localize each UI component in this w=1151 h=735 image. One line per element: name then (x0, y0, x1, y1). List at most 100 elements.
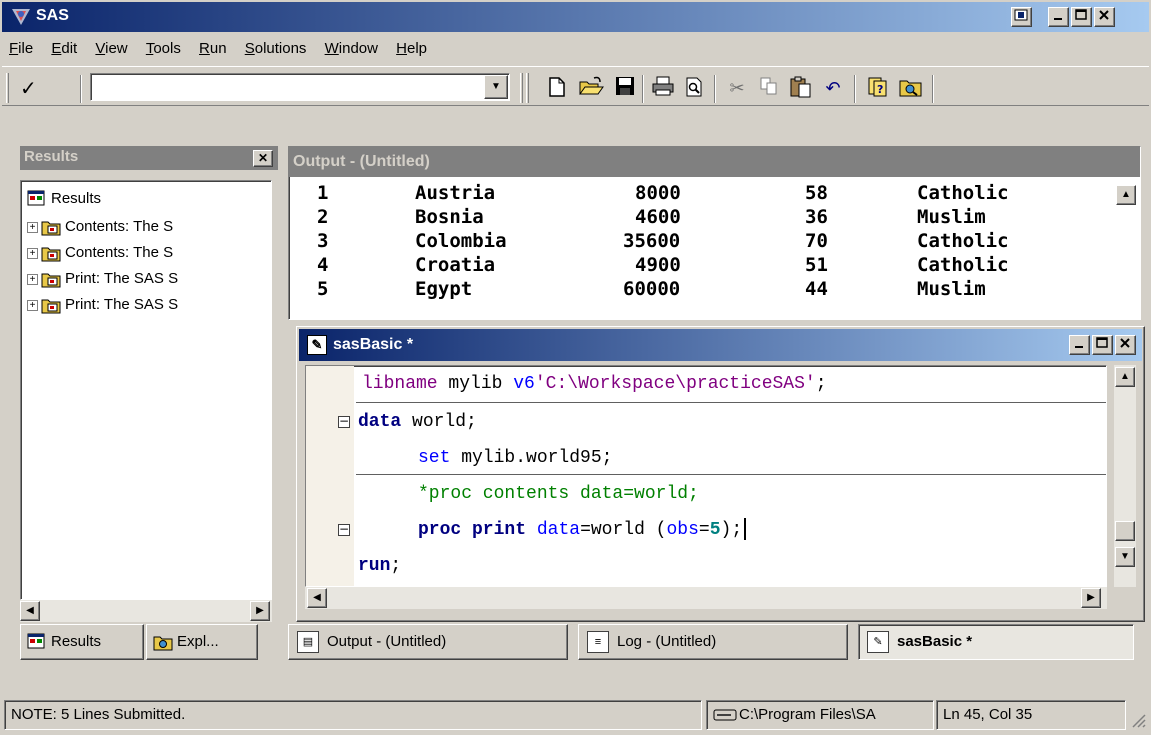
results-horizontal-scrollbar[interactable]: ◀ ▶ (20, 600, 272, 622)
tree-item-label: Print: The SAS S (65, 270, 179, 287)
output-row: 2 Bosnia 4600 36 Muslim (317, 206, 986, 228)
status-message: NOTE: 5 Lines Submitted. (4, 700, 702, 730)
open-icon[interactable] (578, 76, 604, 100)
checkmark-icon[interactable]: ✓ (20, 76, 37, 101)
collapse-icon[interactable]: − (338, 415, 350, 428)
editor-vertical-scrollbar[interactable]: ▲ ▼ (1114, 365, 1136, 587)
tree-item[interactable]: + Print: The SAS S (27, 267, 178, 291)
expand-icon[interactable]: + (27, 221, 38, 233)
code-editor[interactable]: libname mylib v6'C:\Workspace\practiceSA… (305, 365, 1107, 587)
expand-icon[interactable]: + (27, 247, 38, 259)
editor-close-button[interactable] (1115, 335, 1136, 355)
print-icon[interactable] (650, 76, 676, 100)
expand-icon[interactable]: + (27, 299, 38, 311)
tree-item-label: Print: The SAS S (65, 296, 179, 313)
menu-edit[interactable]: Edit (44, 34, 84, 64)
output-row: 4 Croatia 4900 51 Catholic (317, 254, 1009, 276)
output-window[interactable]: Output - (Untitled) 1 Austria 8000 58 Cathol… (288, 146, 1141, 320)
dropdown-arrow-icon: ▼ (491, 81, 501, 92)
arrow-down-icon: ▼ (1120, 551, 1130, 562)
tab-results[interactable]: Results (20, 624, 144, 660)
cursor-position: Ln 45, Col 35 (936, 700, 1126, 730)
toolbar-grip[interactable] (526, 73, 529, 103)
scroll-left-button[interactable]: ◀ (20, 601, 40, 621)
tree-item[interactable]: + Print: The SAS S (27, 293, 178, 317)
editor-maximize-button[interactable] (1092, 335, 1113, 355)
tab-explorer-label: Expl... (177, 633, 219, 650)
scroll-up-button[interactable]: ▲ (1115, 367, 1135, 387)
tab-sasbasic[interactable]: ✎ sasBasic * (858, 624, 1134, 660)
menu-view[interactable]: View (88, 34, 134, 64)
report-icon (41, 299, 61, 314)
scroll-right-button[interactable]: ▶ (250, 601, 270, 621)
command-dropdown-button[interactable]: ▼ (484, 75, 508, 99)
tab-log[interactable]: ≡ Log - (Untitled) (578, 624, 848, 660)
status-bar: NOTE: 5 Lines Submitted. C:\Program File… (2, 698, 1149, 732)
cut-icon[interactable]: ✂ (724, 76, 750, 100)
output-vertical-scrollbar[interactable]: ▲ (1116, 185, 1136, 315)
scroll-down-button[interactable]: ▼ (1115, 547, 1135, 567)
results-close-button[interactable]: ✕ (253, 150, 273, 167)
maximize-icon (1075, 9, 1087, 20)
paste-icon[interactable] (788, 76, 814, 100)
editor-minimize-button[interactable] (1069, 335, 1090, 355)
menu-file[interactable]: File (2, 34, 40, 64)
results-tree[interactable]: Results + Contents: The S + Contents: The … (20, 180, 272, 600)
explorer-icon[interactable] (898, 76, 924, 100)
scroll-thumb[interactable] (1115, 521, 1135, 541)
scroll-up-button[interactable]: ▲ (1116, 185, 1136, 205)
scroll-left-button[interactable]: ◀ (307, 588, 327, 608)
tree-item[interactable]: + Contents: The S (27, 215, 173, 239)
code-line: − data world; (338, 412, 477, 432)
new-icon[interactable] (544, 76, 570, 100)
maximize-icon (1096, 337, 1108, 348)
menu-help[interactable]: Help (389, 34, 434, 64)
code-line: − proc print data=world (obs=5); (306, 514, 1106, 546)
toolbar-separator (854, 75, 856, 103)
minimize-icon (1054, 18, 1062, 20)
svg-text:?: ? (877, 83, 883, 96)
help-icon[interactable]: ? (864, 76, 890, 100)
copy-icon[interactable] (756, 76, 782, 100)
close-button[interactable] (1094, 7, 1115, 27)
window-title: SAS (36, 7, 69, 24)
output-row: 1 Austria 8000 58 Catholic (317, 182, 1009, 204)
toolbar-separator (80, 75, 82, 103)
command-input[interactable]: ▼ (90, 73, 510, 101)
restore-sas-button[interactable] (1011, 7, 1032, 27)
save-icon[interactable] (612, 76, 638, 100)
minimize-button[interactable] (1048, 7, 1069, 27)
menu-window[interactable]: Window (318, 34, 385, 64)
toolbar-grip[interactable] (520, 73, 523, 103)
maximize-button[interactable] (1071, 7, 1092, 27)
collapse-icon[interactable]: − (338, 523, 350, 536)
expand-icon[interactable]: + (27, 273, 38, 285)
editor-window[interactable]: ✎ sasBasic * libname mylib v6'C:\Workspa… (296, 326, 1145, 622)
scroll-right-button[interactable]: ▶ (1081, 588, 1101, 608)
restore-icon (1014, 9, 1028, 21)
menu-run[interactable]: Run (192, 34, 234, 64)
arrow-up-icon: ▲ (1120, 371, 1130, 382)
print-preview-icon[interactable] (682, 76, 708, 100)
tab-log-label: Log - (Untitled) (617, 633, 717, 650)
output-listing: 1 Austria 8000 58 Catholic 2 Bosnia 4600 36 Musl… (289, 177, 1109, 321)
toolbar-grip[interactable] (6, 73, 9, 103)
code-line: run; (358, 556, 402, 576)
step-separator (356, 402, 1106, 403)
tab-explorer[interactable]: Expl... (146, 624, 258, 660)
text-cursor (744, 518, 747, 541)
close-icon: ✕ (257, 151, 269, 165)
toolbar: ✓ ▼ ✂ ↶ ? (2, 66, 1149, 106)
tab-output[interactable]: ▤ Output - (Untitled) (288, 624, 568, 660)
current-folder[interactable]: C:\Program Files\SA (706, 700, 934, 730)
sas-logo-icon (12, 9, 30, 25)
resize-grip-icon[interactable] (1130, 712, 1146, 728)
menu-tools[interactable]: Tools (139, 34, 188, 64)
menu-solutions[interactable]: Solutions (238, 34, 314, 64)
toolbar-separator (642, 75, 644, 103)
tree-item[interactable]: + Contents: The S (27, 241, 173, 265)
close-icon (1120, 338, 1130, 348)
editor-horizontal-scrollbar[interactable]: ◀ ▶ (305, 587, 1107, 609)
undo-icon[interactable]: ↶ (820, 76, 846, 100)
tree-root-results[interactable]: Results (27, 187, 101, 211)
